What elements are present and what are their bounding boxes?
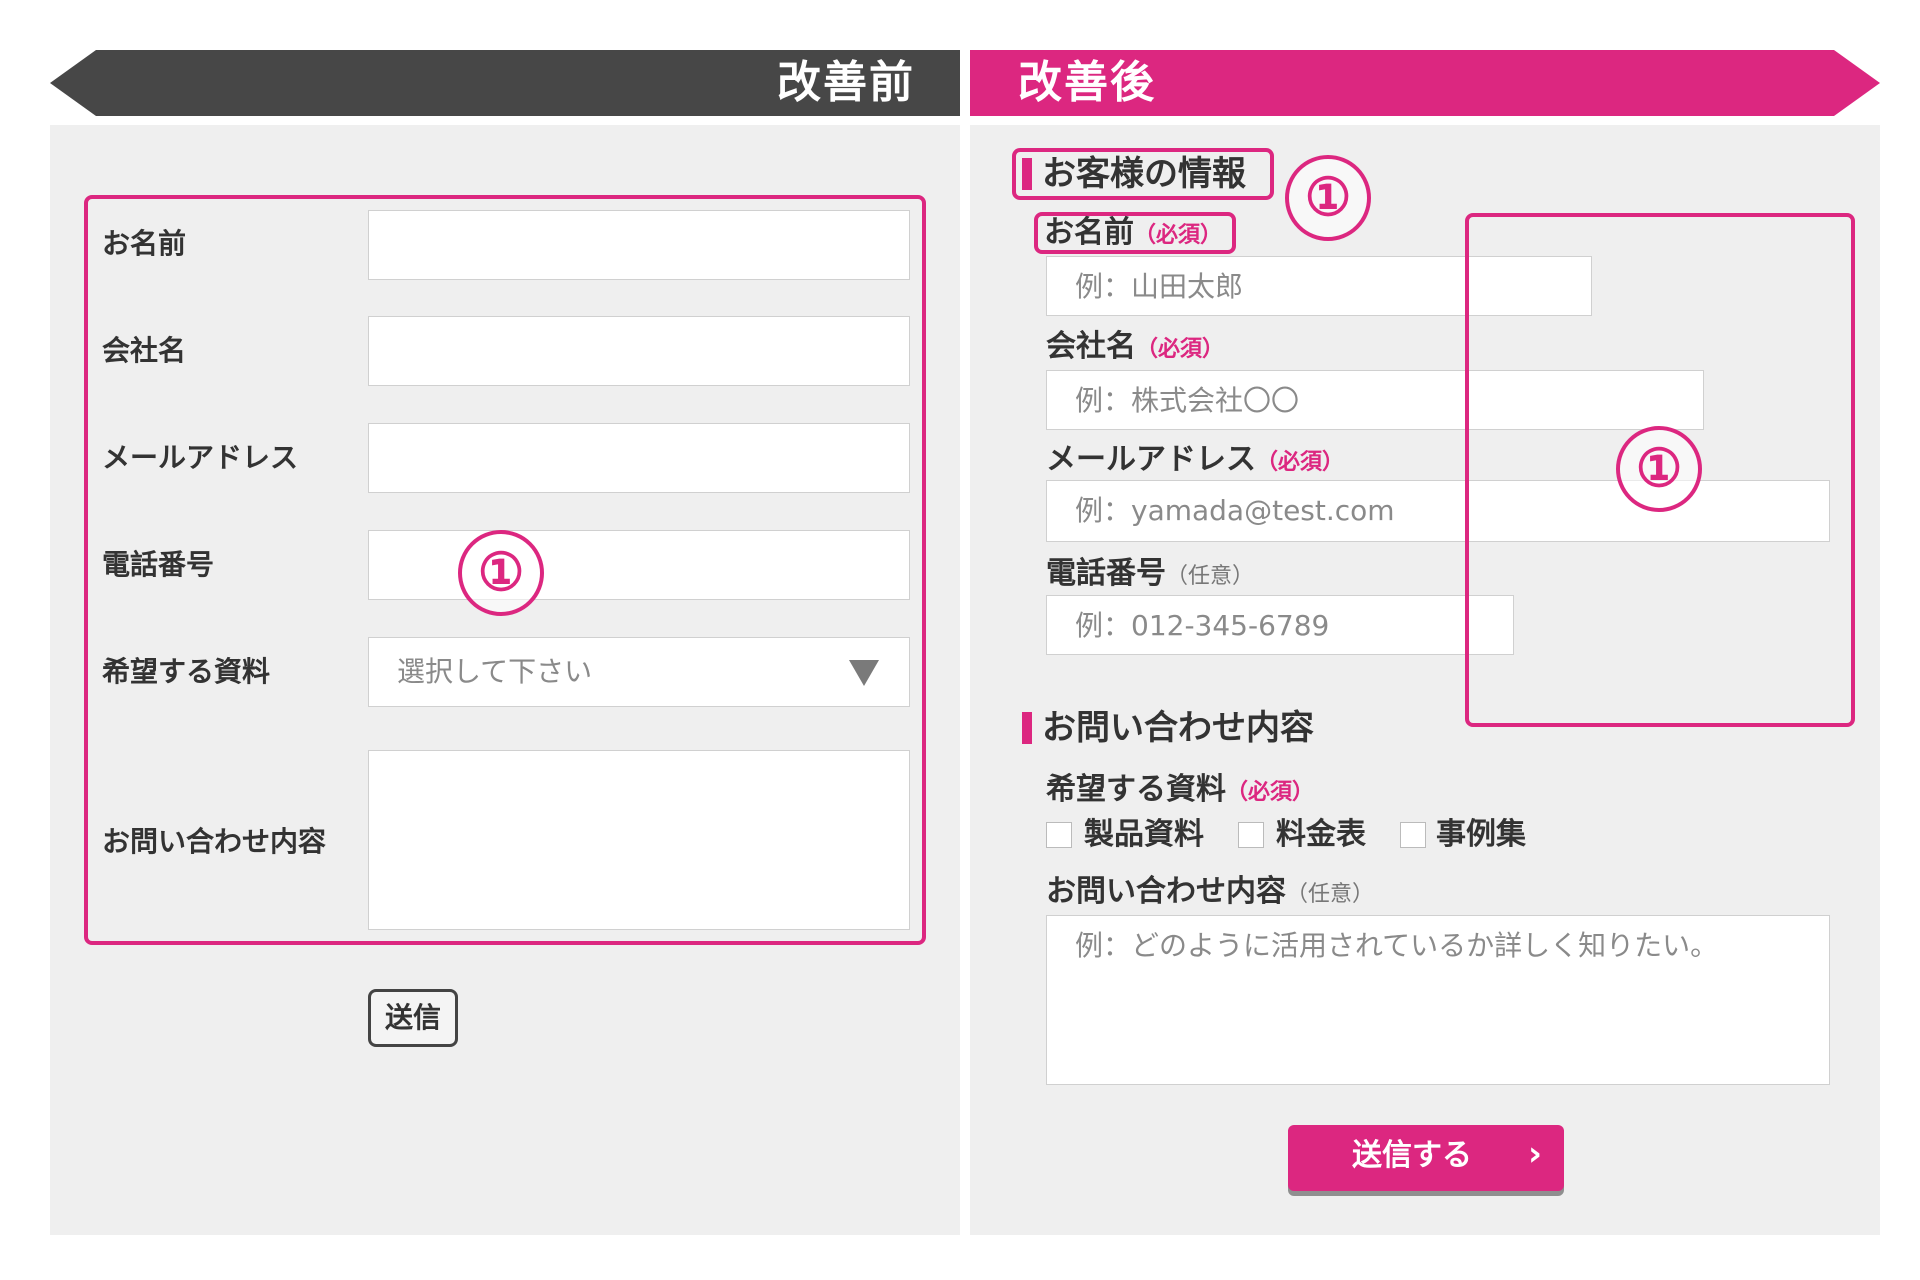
before-material-select[interactable]: 選択して下さい	[368, 637, 910, 707]
before-phone-input[interactable]	[368, 530, 910, 600]
after-company-label: 会社名（必須）	[1046, 332, 1224, 362]
after-phone-placeholder: 例：012-345-6789	[1075, 609, 1330, 642]
after-submit-button[interactable]: 送信する ›	[1288, 1125, 1564, 1191]
optional-tag: （任意）	[1166, 564, 1255, 589]
after-name-placeholder: 例：山田太郎	[1075, 270, 1244, 303]
before-label-name: お名前	[102, 227, 187, 260]
before-label-phone: 電話番号	[102, 548, 215, 581]
after-inquiry-label: お問い合わせ内容（任意）	[1046, 877, 1374, 907]
section-bar	[1022, 158, 1032, 190]
before-email-input[interactable]	[368, 423, 910, 493]
checkbox-case-studies[interactable]	[1400, 822, 1426, 848]
before-marker-badge: ①	[458, 530, 544, 616]
before-label-material: 希望する資料	[102, 655, 271, 688]
after-material-label: 希望する資料（必須）	[1046, 775, 1314, 805]
after-company-placeholder: 例：株式会社〇〇	[1075, 384, 1300, 417]
required-tag: （必須）	[1226, 780, 1315, 805]
required-tag: （必須）	[1134, 223, 1223, 248]
before-select-placeholder: 選択して下さい	[397, 655, 593, 688]
after-inquiry-textarea[interactable]: 例：どのように活用されているか詳しく知りたい。	[1046, 915, 1830, 1085]
after-submit-label: 送信する	[1352, 1138, 1472, 1173]
after-title: 改善後	[1018, 57, 1156, 108]
after-section1-title: お客様の情報	[1042, 154, 1246, 194]
triangle-down-icon	[849, 660, 879, 686]
before-title: 改善前	[777, 57, 915, 108]
section-bar	[1022, 712, 1032, 744]
after-name-label-text: お名前	[1044, 215, 1134, 250]
before-inquiry-textarea[interactable]	[368, 750, 910, 930]
required-tag: （必須）	[1256, 450, 1345, 475]
after-section2-title: お問い合わせ内容	[1042, 708, 1314, 748]
chevron-right-icon: ›	[1528, 1134, 1543, 1174]
after-inquiry-label-text: お問い合わせ内容	[1046, 874, 1286, 909]
after-marker-badge-2: ①	[1616, 426, 1702, 512]
after-email-label: メールアドレス（必須）	[1046, 445, 1344, 475]
after-inquiry-placeholder: 例：どのように活用されているか詳しく知りたい。	[1075, 929, 1719, 962]
before-label-company: 会社名	[102, 334, 187, 367]
before-banner: 改善前	[50, 50, 960, 116]
checkbox-label-case-studies: 事例集	[1436, 817, 1526, 852]
before-submit-button[interactable]: 送信	[368, 989, 458, 1047]
before-label-email: メールアドレス	[102, 441, 299, 474]
before-name-input[interactable]	[368, 210, 910, 280]
checkbox-label-price-list: 料金表	[1276, 817, 1366, 852]
before-company-input[interactable]	[368, 316, 910, 386]
after-email-placeholder: 例：yamada@test.com	[1075, 494, 1395, 527]
after-phone-label-text: 電話番号	[1046, 556, 1166, 591]
after-company-label-text: 会社名	[1046, 329, 1136, 364]
optional-tag: （任意）	[1286, 882, 1375, 907]
checkbox-price-list[interactable]	[1238, 822, 1264, 848]
checkbox-label-product-docs: 製品資料	[1084, 817, 1204, 852]
after-marker-badge-1: ①	[1285, 155, 1371, 241]
after-material-label-text: 希望する資料	[1046, 772, 1226, 807]
required-tag: （必須）	[1136, 337, 1225, 362]
after-phone-label: 電話番号（任意）	[1046, 559, 1254, 589]
checkbox-product-docs[interactable]	[1046, 822, 1072, 848]
before-label-inquiry: お問い合わせ内容	[102, 825, 327, 858]
after-name-label: お名前（必須）	[1044, 218, 1222, 248]
after-email-label-text: メールアドレス	[1046, 442, 1256, 477]
after-banner: 改善後	[970, 50, 1880, 116]
after-phone-input[interactable]: 例：012-345-6789	[1046, 595, 1514, 655]
